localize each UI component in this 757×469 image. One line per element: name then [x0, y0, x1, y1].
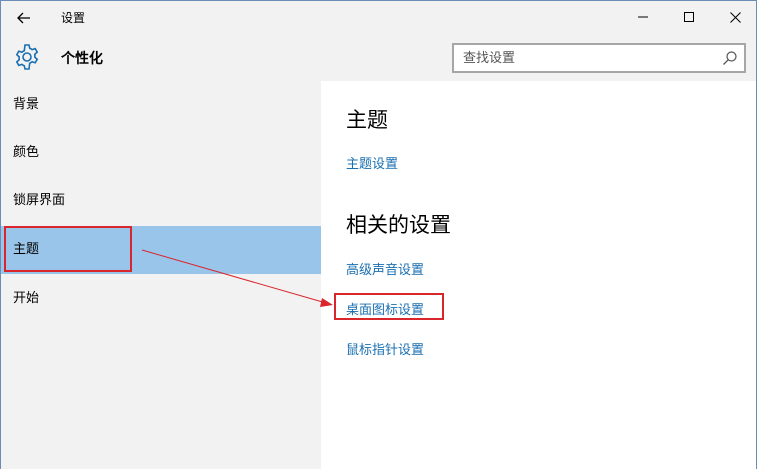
page-title: 个性化 [61, 51, 103, 67]
minimize-button[interactable] [620, 1, 666, 33]
sidebar-item-lock-screen[interactable]: 锁屏界面 [1, 177, 321, 225]
arrow-left-icon [17, 12, 30, 24]
title-bar: 设置 [1, 1, 756, 35]
window-title: 设置 [61, 11, 86, 25]
gear-icon [15, 44, 39, 70]
back-button[interactable] [9, 4, 39, 32]
theme-settings-link[interactable]: 主题设置 [346, 153, 398, 172]
maximize-button[interactable] [666, 1, 712, 33]
close-button[interactable] [712, 1, 757, 33]
desktop-icon-settings-link[interactable]: 桌面图标设置 [346, 299, 424, 318]
mouse-pointer-settings-link[interactable]: 鼠标指针设置 [346, 339, 424, 358]
search-box[interactable] [452, 43, 746, 73]
maximize-icon [684, 12, 694, 22]
sidebar-item-start[interactable]: 开始 [1, 275, 321, 323]
search-icon[interactable] [722, 50, 738, 66]
minimize-icon [638, 16, 648, 18]
section-title-themes: 主题 [346, 108, 388, 132]
sidebar-item-themes[interactable]: 主题 [1, 226, 321, 274]
sidebar-item-background[interactable]: 背景 [1, 81, 321, 129]
close-icon [729, 11, 741, 23]
advanced-sound-settings-link[interactable]: 高级声音设置 [346, 259, 424, 278]
page-header: 个性化 [1, 35, 756, 81]
content-pane: 主题 主题设置 相关的设置 高级声音设置 桌面图标设置 鼠标指针设置 [321, 81, 756, 469]
section-title-related-settings: 相关的设置 [346, 213, 451, 237]
search-input[interactable] [454, 45, 714, 71]
settings-window: 设置 个性化 查找设置 背景 颜色 锁屏界面 主题 开始 主题 主题设置 相关的… [0, 0, 757, 469]
sidebar-item-colors[interactable]: 颜色 [1, 129, 321, 177]
sidebar: 背景 颜色 锁屏界面 主题 开始 [1, 81, 321, 469]
